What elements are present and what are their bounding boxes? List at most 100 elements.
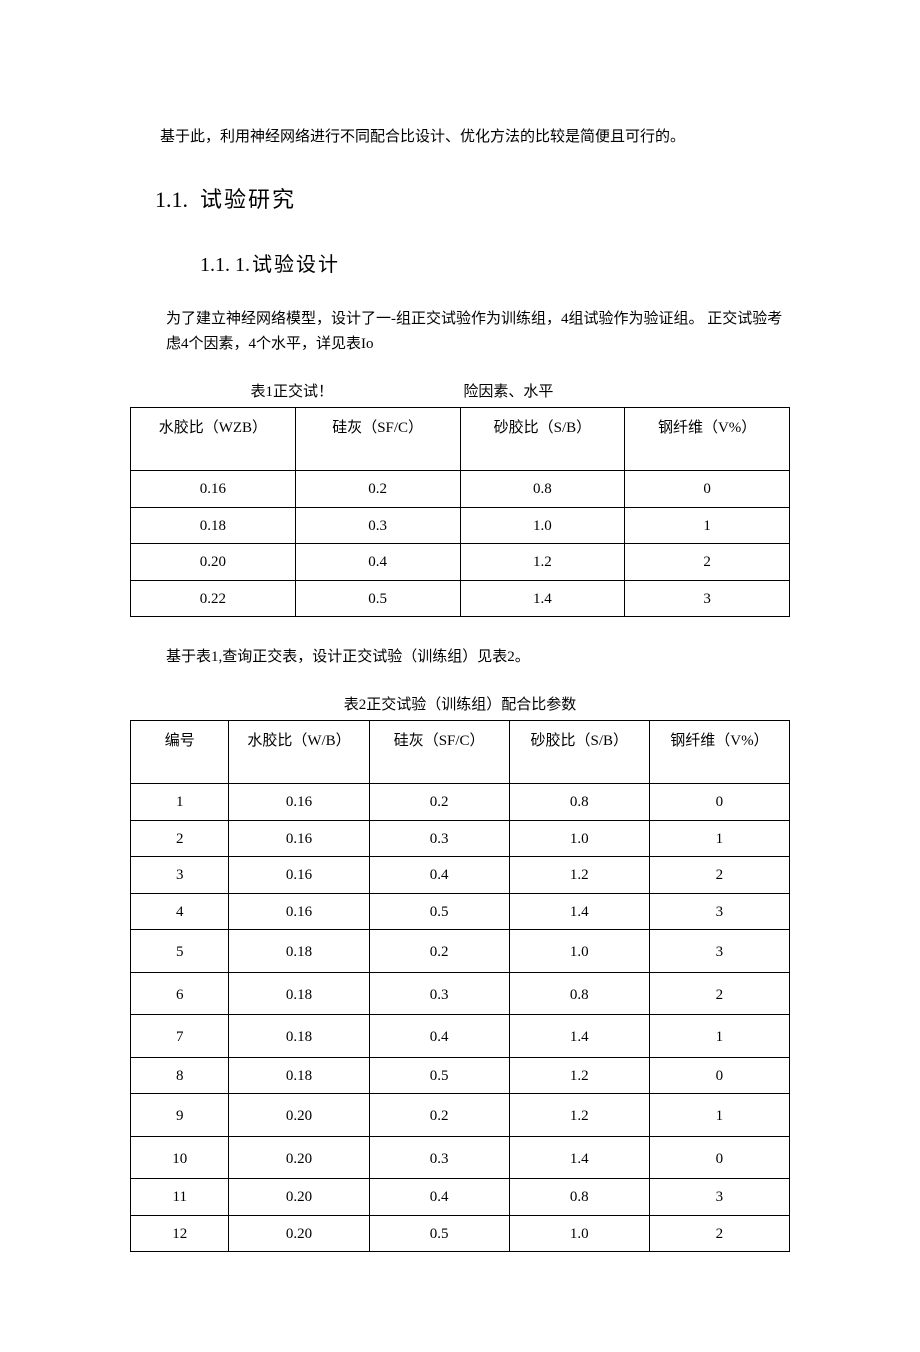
table2: 编号 水胶比（W/B） 硅灰（SF/C） 砂胶比（S/B） 钢纤维（V%） 1 …: [130, 720, 790, 1252]
table2-cell: 11: [131, 1179, 229, 1216]
table2-header-cell: 钢纤维（V%）: [649, 721, 789, 784]
table2-cell: 1.0: [509, 930, 649, 973]
table2-cell: 0.4: [369, 1015, 509, 1058]
design-paragraph: 为了建立神经网络模型，设计了一-组正交试验作为训练组，4组试验作为验证组。 正交…: [166, 307, 790, 358]
table2-cell: 3: [131, 857, 229, 894]
table-row: 3 0.16 0.4 1.2 2: [131, 857, 790, 894]
section-heading-number: 1.1.: [155, 187, 188, 212]
table2-cell: 10: [131, 1136, 229, 1179]
table2-cell: 1.4: [509, 1015, 649, 1058]
table1-cell: 0.8: [460, 471, 625, 508]
table1-cell: 1.4: [460, 580, 625, 617]
table2-cell: 1.4: [509, 893, 649, 930]
table2-cell: 0.16: [229, 857, 369, 894]
section-heading: 1.1. 试验研究: [155, 181, 790, 218]
table2-cell: 1.4: [509, 1136, 649, 1179]
table2-header-cell: 硅灰（SF/C）: [369, 721, 509, 784]
table2-cell: 1: [649, 820, 789, 857]
table-row: 12 0.20 0.5 1.0 2: [131, 1215, 790, 1252]
table2-cell: 0.5: [369, 1057, 509, 1094]
table1-cell: 0.20: [131, 544, 296, 581]
table2-cell: 0: [649, 1057, 789, 1094]
table1-cell: 3: [625, 580, 790, 617]
table1-header-row: 水胶比（WZB） 硅灰（SF/C） 砂胶比（S/B） 钢纤维（V%）: [131, 408, 790, 471]
table2-cell: 1: [649, 1015, 789, 1058]
table1-cell: 0.18: [131, 507, 296, 544]
table2-cell: 2: [649, 1215, 789, 1252]
table2-header-row: 编号 水胶比（W/B） 硅灰（SF/C） 砂胶比（S/B） 钢纤维（V%）: [131, 721, 790, 784]
table1-cell: 0.2: [295, 471, 460, 508]
mid-note-paragraph: 基于表1,查询正交表，设计正交试验（训练组）见表2。: [166, 645, 790, 671]
table2-cell: 1.0: [509, 820, 649, 857]
table2-cell: 0.20: [229, 1215, 369, 1252]
table2-cell: 0.18: [229, 1057, 369, 1094]
table2-cell: 0.8: [509, 1179, 649, 1216]
document-page: 基于此，利用神经网络进行不同配合比设计、优化方法的比较是简便且可行的。 1.1.…: [0, 0, 920, 1352]
table-row: 5 0.18 0.2 1.0 3: [131, 930, 790, 973]
table-row: 1 0.16 0.2 0.8 0: [131, 784, 790, 821]
table2-cell: 0.20: [229, 1094, 369, 1137]
table2-cell: 0.18: [229, 930, 369, 973]
subsection-heading: 1.1. 1.试验设计: [200, 248, 790, 282]
table1-header-cell: 硅灰（SF/C）: [295, 408, 460, 471]
table-row: 9 0.20 0.2 1.2 1: [131, 1094, 790, 1137]
subsection-heading-text: 试验设计: [252, 254, 340, 276]
table2-cell: 0.16: [229, 784, 369, 821]
table1-caption: 表1正交试！ 险因素、水平: [130, 380, 790, 406]
table2-cell: 12: [131, 1215, 229, 1252]
table2-cell: 0.4: [369, 857, 509, 894]
table1-cell: 1: [625, 507, 790, 544]
table2-cell: 0.3: [369, 820, 509, 857]
table2-cell: 2: [649, 972, 789, 1015]
table1-body: 0.16 0.2 0.8 0 0.18 0.3 1.0 1 0.20 0.4 1…: [131, 471, 790, 617]
subsection-heading-number: 1.1. 1.: [200, 254, 250, 276]
table2-cell: 0.3: [369, 1136, 509, 1179]
table1-caption-left: 表1正交试！: [130, 380, 453, 406]
table2-cell: 4: [131, 893, 229, 930]
table2-cell: 1.2: [509, 857, 649, 894]
table2-header-cell: 编号: [131, 721, 229, 784]
table-row: 10 0.20 0.3 1.4 0: [131, 1136, 790, 1179]
table2-cell: 0.8: [509, 972, 649, 1015]
table2-cell: 3: [649, 1179, 789, 1216]
table2-cell: 0: [649, 784, 789, 821]
section-heading-text: 试验研究: [200, 187, 296, 212]
table-row: 0.18 0.3 1.0 1: [131, 507, 790, 544]
table2-cell: 1.2: [509, 1057, 649, 1094]
table2-cell: 0.2: [369, 1094, 509, 1137]
table2-header-cell: 砂胶比（S/B）: [509, 721, 649, 784]
table1-cell: 1.0: [460, 507, 625, 544]
table2-cell: 0.4: [369, 1179, 509, 1216]
table2-cell: 0.5: [369, 893, 509, 930]
table2-caption: 表2正交试验（训练组）配合比参数: [130, 693, 790, 719]
table2-header-cell: 水胶比（W/B）: [229, 721, 369, 784]
table1: 水胶比（WZB） 硅灰（SF/C） 砂胶比（S/B） 钢纤维（V%） 0.16 …: [130, 407, 790, 617]
table-row: 0.16 0.2 0.8 0: [131, 471, 790, 508]
table1-cell: 0.4: [295, 544, 460, 581]
table2-cell: 0.5: [369, 1215, 509, 1252]
table2-cell: 8: [131, 1057, 229, 1094]
table-row: 0.22 0.5 1.4 3: [131, 580, 790, 617]
table1-cell: 0.5: [295, 580, 460, 617]
table2-cell: 5: [131, 930, 229, 973]
table2-cell: 0.3: [369, 972, 509, 1015]
table1-cell: 0: [625, 471, 790, 508]
table1-header-cell: 砂胶比（S/B）: [460, 408, 625, 471]
table-row: 6 0.18 0.3 0.8 2: [131, 972, 790, 1015]
table2-cell: 3: [649, 893, 789, 930]
table2-cell: 9: [131, 1094, 229, 1137]
table2-cell: 2: [131, 820, 229, 857]
table2-cell: 1.0: [509, 1215, 649, 1252]
table1-cell: 0.16: [131, 471, 296, 508]
table2-cell: 1: [131, 784, 229, 821]
table2-cell: 0.2: [369, 930, 509, 973]
table-row: 8 0.18 0.5 1.2 0: [131, 1057, 790, 1094]
table2-body: 1 0.16 0.2 0.8 0 2 0.16 0.3 1.0 1 3 0.16…: [131, 784, 790, 1252]
table-row: 11 0.20 0.4 0.8 3: [131, 1179, 790, 1216]
table2-cell: 0.2: [369, 784, 509, 821]
table2-cell: 0.20: [229, 1136, 369, 1179]
table1-cell: 0.3: [295, 507, 460, 544]
table-row: 4 0.16 0.5 1.4 3: [131, 893, 790, 930]
table1-header-cell: 水胶比（WZB）: [131, 408, 296, 471]
table2-cell: 0.16: [229, 820, 369, 857]
